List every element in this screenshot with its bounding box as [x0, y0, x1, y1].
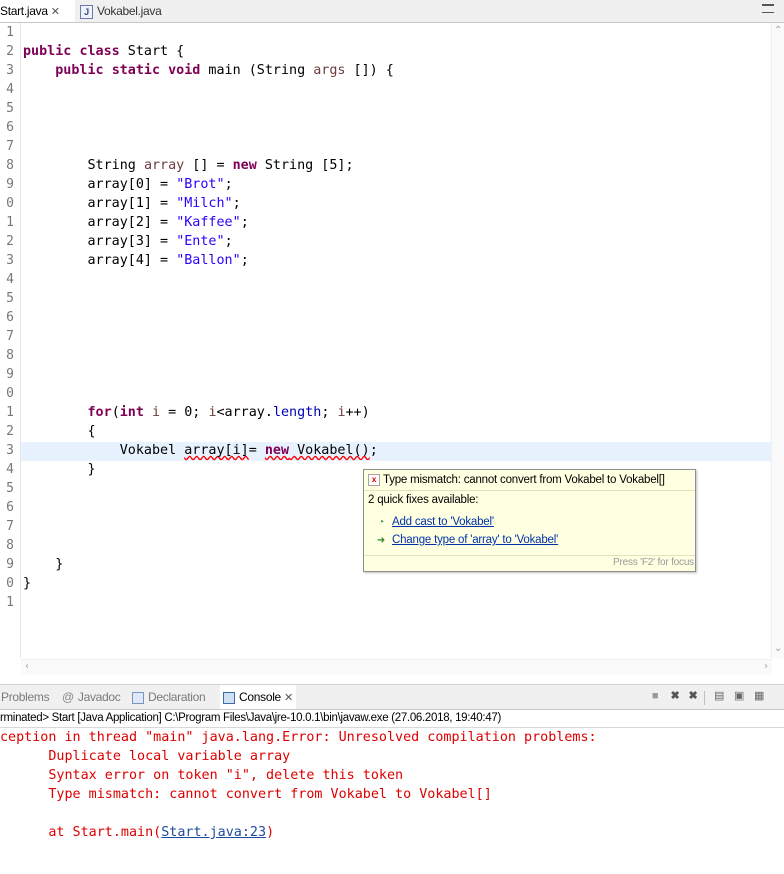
scroll-right-icon[interactable]: › [764, 661, 768, 673]
error-underline: array[i] [184, 443, 249, 458]
quick-fix-link[interactable]: Change type of 'array' to 'Vokabel' [392, 534, 558, 546]
quick-fix-link[interactable]: Add cast to 'Vokabel' [392, 516, 494, 528]
tab-start-java[interactable]: Start.java ✕ [0, 0, 75, 22]
code-line-10: array[1] = "Milch"; [23, 196, 241, 211]
vertical-scrollbar[interactable]: ⌃ ⌄ [771, 23, 784, 658]
line-number: 9 [6, 177, 14, 192]
tab-console[interactable]: Console ✕ [220, 685, 296, 709]
code-line-29: } [23, 557, 64, 572]
console-launch-info: rminated> Start [Java Application] C:\Pr… [0, 709, 784, 728]
code-line-2: public class Start { [23, 44, 185, 59]
quick-fix-count: 2 quick fixes available: [368, 494, 479, 506]
line-number: 1 [6, 215, 14, 230]
line-number: 7 [6, 329, 14, 344]
quick-fix-title: x Type mismatch: cannot convert from Voka… [368, 471, 690, 489]
change-type-icon: ➜ [376, 535, 386, 546]
line-number: 8 [6, 538, 14, 553]
quick-fix-item[interactable]: ➜ Change type of 'array' to 'Vokabel' [376, 532, 558, 549]
editor-tab-bar: Start.java ✕ J Vokabel.java [0, 0, 784, 23]
popup-footer: Press 'F2' for focus [613, 557, 694, 568]
views-tab-bar: Problems @ Javadoc Declaration Console ✕ … [0, 684, 784, 710]
tab-javadoc[interactable]: @ Javadoc [62, 685, 121, 709]
line-number: 9 [6, 557, 14, 572]
console-line: Type mismatch: cannot convert from Vokab… [0, 787, 492, 802]
line-number: 6 [6, 120, 14, 135]
line-number: 0 [6, 196, 14, 211]
code-line-30: } [23, 576, 32, 591]
code-line-9: array[0] = "Brot"; [23, 177, 233, 192]
tab-label: Start.java [0, 4, 48, 18]
scroll-lock-icon[interactable]: ▣ [732, 689, 746, 703]
code-line-23: Vokabel array[i]= new Vokabel(); [23, 443, 378, 458]
line-number: 8 [6, 158, 14, 173]
tab-problems[interactable]: Problems [1, 685, 50, 709]
line-number: 7 [6, 139, 14, 154]
minimize-icon[interactable] [762, 4, 774, 13]
console-line: Duplicate local variable array [0, 749, 291, 764]
word-wrap-icon[interactable]: ▦ [752, 689, 766, 703]
code-line-3: public static void main (String args [])… [55, 63, 394, 78]
line-number: 4 [6, 82, 14, 97]
quick-fix-item[interactable]: ◔ Add cast to 'Vokabel' [376, 514, 494, 531]
line-number: 0 [6, 576, 14, 591]
line-number: 7 [6, 519, 14, 534]
line-number: 9 [6, 367, 14, 382]
horizontal-scrollbar[interactable]: ‹ › [21, 659, 772, 674]
line-number: 5 [6, 481, 14, 496]
line-number: 1 [6, 595, 14, 610]
console-icon [223, 691, 235, 704]
code-line-21: for(int i = 0; i<array.length; i++) [87, 405, 370, 420]
line-number: 6 [6, 310, 14, 325]
line-number: 2 [6, 424, 14, 439]
stack-trace-link[interactable]: Start.java:23 [161, 825, 266, 840]
line-number: 3 [6, 63, 14, 78]
line-number: 5 [6, 291, 14, 306]
line-number: 2 [6, 44, 14, 59]
line-number: 8 [6, 348, 14, 363]
line-number: 3 [6, 253, 14, 268]
code-line-12: array[3] = "Ente"; [23, 234, 233, 249]
code-line-22: { [23, 424, 96, 439]
line-number: 1 [6, 405, 14, 420]
line-number: 6 [6, 500, 14, 515]
remove-launch-icon[interactable]: ✖ [668, 689, 682, 703]
cast-icon: ◔ [378, 517, 384, 528]
close-icon[interactable]: ✕ [51, 6, 60, 18]
tab-vokabel-java[interactable]: J Vokabel.java [80, 0, 162, 22]
close-icon[interactable]: ✕ [284, 692, 293, 704]
line-number: 5 [6, 101, 14, 116]
java-file-icon: J [80, 4, 93, 19]
quick-fix-popup: x Type mismatch: cannot convert from Voka… [363, 469, 696, 572]
console-line: Syntax error on token "i", delete this t… [0, 768, 404, 783]
line-number: 1 [6, 25, 14, 40]
terminate-icon[interactable]: ■ [648, 689, 662, 703]
console-toolbar: ■ ✖ ✖ ▤ ▣ ▦ [642, 687, 782, 707]
line-number: 4 [6, 272, 14, 287]
code-line-24: } [23, 462, 96, 477]
code-line-13: array[4] = "Ballon"; [23, 253, 249, 268]
remove-all-icon[interactable]: ✖ [686, 689, 700, 703]
scroll-up-icon[interactable]: ⌃ [774, 25, 782, 37]
tab-declaration[interactable]: Declaration [132, 685, 206, 709]
line-number: 2 [6, 234, 14, 249]
code-line-8: String array [] = new String [5]; [23, 158, 354, 173]
code-line-11: array[2] = "Kaffee"; [23, 215, 249, 230]
scroll-left-icon[interactable]: ‹ [25, 661, 29, 673]
at-icon: @ [62, 690, 74, 704]
line-number: 0 [6, 386, 14, 401]
console-trace-line: at Start.main(Start.java:23) [0, 825, 275, 840]
line-number: 4 [6, 462, 14, 477]
console-line: ception in thread "main" java.lang.Error… [0, 730, 605, 745]
error-icon: x [368, 473, 380, 486]
console-output[interactable]: ception in thread "main" java.lang.Error… [0, 728, 784, 874]
scroll-down-icon[interactable]: ⌄ [774, 643, 782, 655]
declaration-icon [132, 691, 144, 704]
clear-console-icon[interactable]: ▤ [712, 689, 726, 703]
tab-label: Vokabel.java [97, 4, 162, 18]
line-number: 3 [6, 443, 14, 458]
